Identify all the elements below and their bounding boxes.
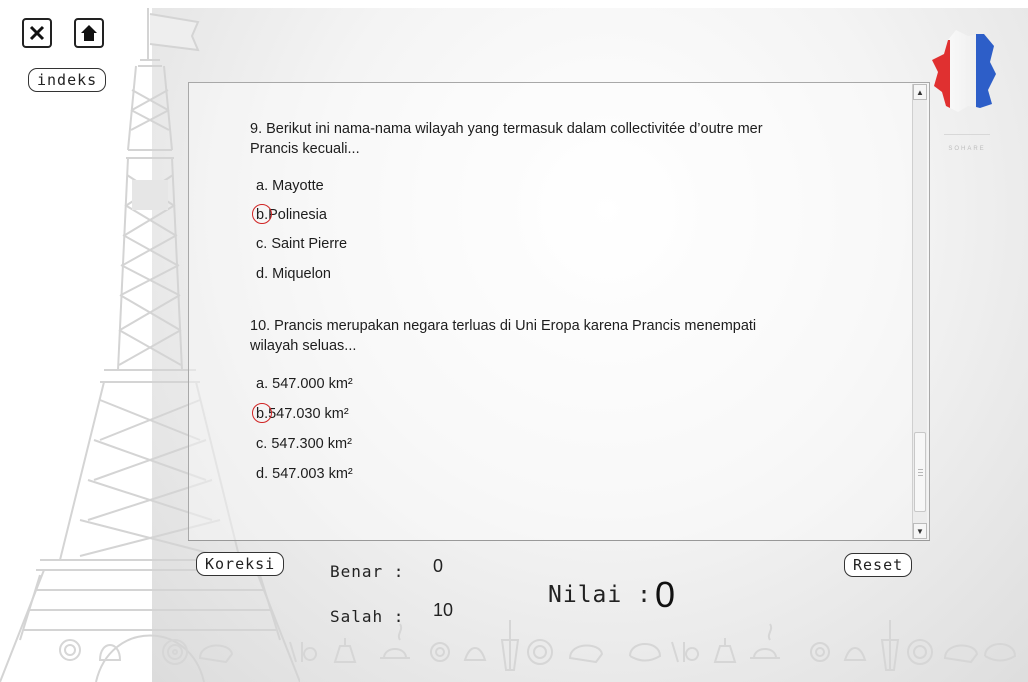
q9-option-d[interactable]: d. Miquelon bbox=[256, 266, 331, 282]
grip-icon bbox=[918, 469, 923, 476]
reset-button[interactable]: Reset bbox=[844, 553, 913, 577]
benar-label: Benar : bbox=[330, 562, 405, 581]
left-strip bbox=[0, 0, 152, 682]
salah-value: 10 bbox=[433, 600, 454, 620]
option-letter: c. bbox=[256, 436, 268, 452]
panel-divider bbox=[188, 540, 930, 541]
q10-option-b[interactable]: b.547.030 km² bbox=[251, 403, 349, 423]
scroll-down-button[interactable]: ▼ bbox=[913, 523, 927, 539]
close-button[interactable] bbox=[22, 18, 52, 48]
brand-divider bbox=[944, 134, 990, 135]
nilai-value: 0 bbox=[655, 574, 676, 615]
option-letter: a. bbox=[256, 376, 269, 392]
scroll-thumb[interactable] bbox=[914, 432, 926, 512]
brand-text: SOHARE bbox=[948, 146, 986, 152]
vertical-scrollbar[interactable]: ▲ ▼ bbox=[912, 84, 927, 539]
x-icon bbox=[29, 25, 45, 41]
benar-value: 0 bbox=[433, 556, 444, 576]
home-button[interactable] bbox=[74, 18, 104, 48]
nilai-label: Nilai : bbox=[548, 582, 652, 608]
option-letter: d. bbox=[256, 266, 269, 282]
option-text: Miquelon bbox=[272, 266, 331, 282]
option-text: 547.030 km² bbox=[268, 406, 349, 422]
q9-option-b[interactable]: b.Polinesia bbox=[251, 204, 327, 224]
q9-option-a[interactable]: a. Mayotte bbox=[256, 178, 324, 194]
question-9-text: 9. Berikut ini nama-nama wilayah yang te… bbox=[250, 121, 763, 157]
option-letter: c. bbox=[256, 236, 268, 252]
scroll-up-button[interactable]: ▲ bbox=[913, 84, 927, 100]
option-text: 547.000 km² bbox=[272, 376, 353, 392]
q10-option-c[interactable]: c. 547.300 km² bbox=[256, 436, 352, 452]
q10-option-d[interactable]: d. 547.003 km² bbox=[256, 466, 353, 482]
option-text: Saint Pierre bbox=[271, 236, 348, 252]
question-10-text: 10. Prancis merupakan negara terluas di … bbox=[250, 318, 757, 354]
home-icon bbox=[81, 25, 97, 41]
option-letter: d. bbox=[256, 466, 269, 482]
indeks-button[interactable]: indeks bbox=[28, 68, 107, 92]
option-text: Mayotte bbox=[272, 178, 324, 194]
option-letter-selected: b. bbox=[251, 403, 273, 423]
option-text: Polinesia bbox=[268, 207, 327, 223]
france-map-icon bbox=[932, 30, 996, 112]
q9-option-c[interactable]: c. Saint Pierre bbox=[256, 236, 347, 252]
koreksi-button[interactable]: Koreksi bbox=[196, 552, 285, 576]
q10-option-a[interactable]: a. 547.000 km² bbox=[256, 376, 353, 392]
option-text: 547.300 km² bbox=[271, 436, 352, 452]
option-text: 547.003 km² bbox=[272, 466, 353, 482]
option-letter-selected: b. bbox=[251, 204, 273, 224]
option-letter: a. bbox=[256, 178, 269, 194]
salah-label: Salah : bbox=[330, 607, 405, 626]
